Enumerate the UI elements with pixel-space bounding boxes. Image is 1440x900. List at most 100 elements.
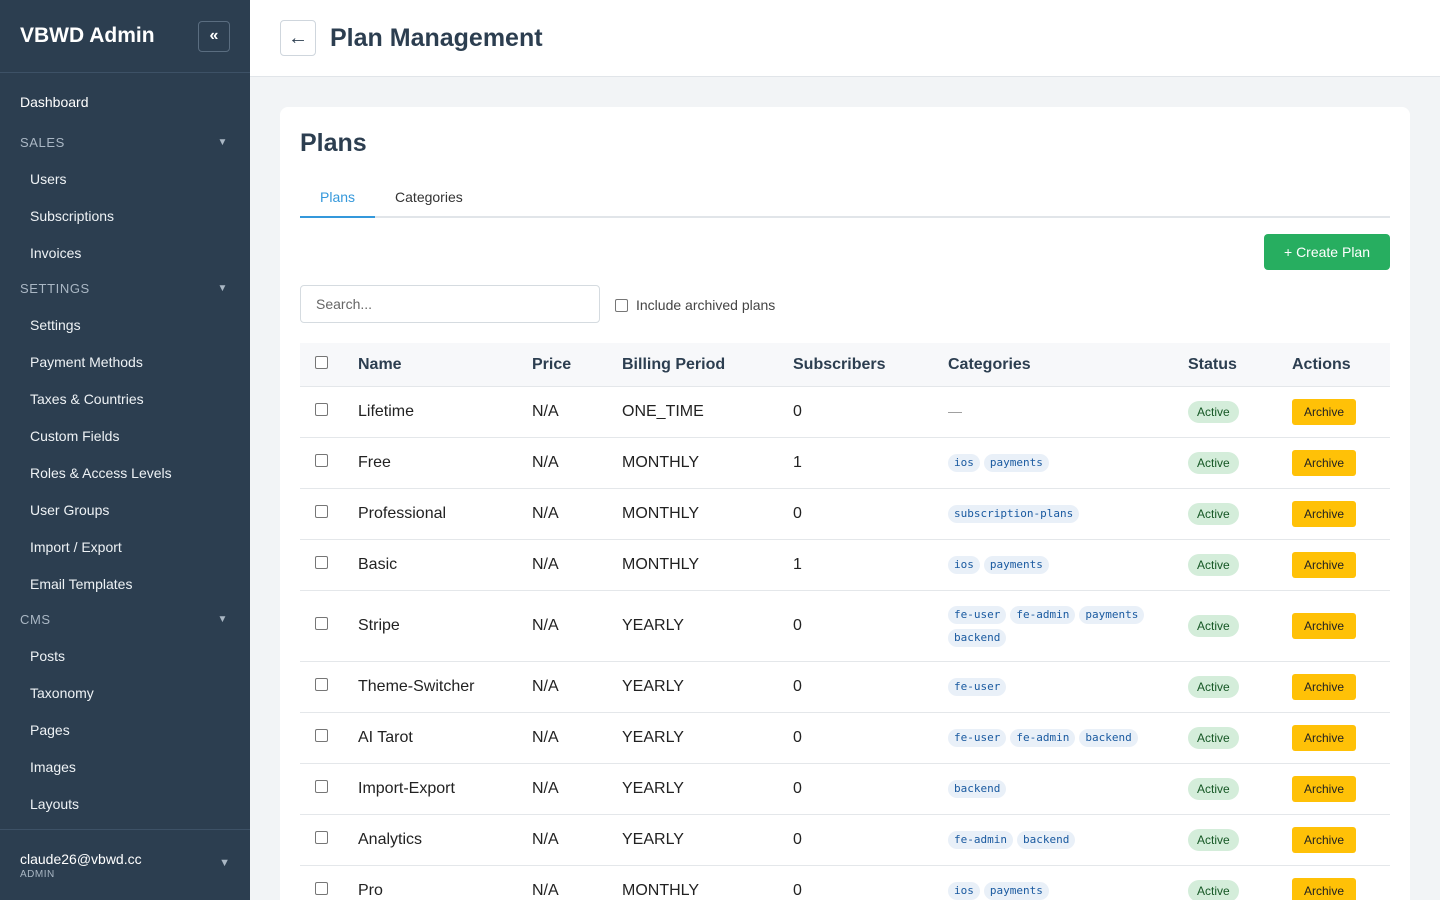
plan-price: N/A — [532, 831, 559, 848]
arrow-left-icon: ← — [288, 26, 308, 49]
sidebar-item-roles-access-levels[interactable]: Roles & Access Levels — [0, 454, 250, 491]
user-email: claude26@vbwd.cc — [20, 851, 142, 867]
column-header-name[interactable]: Name — [358, 356, 532, 374]
tab-categories[interactable]: Categories — [375, 184, 483, 218]
include-archived-label: Include archived plans — [636, 297, 776, 313]
sidebar-item-posts[interactable]: Posts — [0, 637, 250, 674]
plan-name[interactable]: AI Tarot — [358, 729, 532, 747]
row-checkbox[interactable] — [315, 780, 328, 793]
sidebar-item-images[interactable]: Images — [0, 748, 250, 785]
caret-down-icon: ▼ — [217, 282, 228, 294]
plan-subscribers: 1 — [793, 454, 802, 471]
row-select-cell — [300, 729, 358, 747]
category-tag: ios — [948, 454, 980, 472]
plan-status-cell: Active — [1188, 880, 1292, 900]
sidebar-section-title: SETTINGS — [20, 280, 90, 296]
sidebar-section-cms[interactable]: CMS ▼ — [0, 607, 250, 631]
plan-name[interactable]: Analytics — [358, 831, 532, 849]
plan-name[interactable]: Lifetime — [358, 403, 532, 421]
category-tag: backend — [1079, 729, 1138, 747]
row-checkbox[interactable] — [315, 729, 328, 742]
sidebar-item-subscriptions[interactable]: Subscriptions — [0, 197, 250, 234]
plan-categories: fe-user fe-admin backend — [948, 729, 1188, 747]
archive-button[interactable]: Archive — [1292, 827, 1357, 853]
sidebar-item-email-templates[interactable]: Email Templates — [0, 565, 250, 602]
row-select-cell — [300, 831, 358, 849]
back-button[interactable]: ← — [280, 20, 316, 56]
archive-button[interactable]: Archive — [1292, 725, 1357, 751]
tab-plans[interactable]: Plans — [300, 184, 376, 218]
plan-actions-cell: Archive — [1292, 613, 1390, 639]
plan-subscribers: 0 — [793, 882, 802, 899]
sidebar-item-pages[interactable]: Pages — [0, 711, 250, 748]
plan-name[interactable]: Basic — [358, 556, 532, 574]
sidebar-item-dashboard[interactable]: Dashboard — [0, 73, 250, 131]
plan-name[interactable]: Stripe — [358, 617, 532, 635]
archive-button[interactable]: Archive — [1292, 552, 1357, 578]
plan-categories: backend — [948, 780, 1188, 798]
plan-price: N/A — [532, 403, 559, 420]
category-tags: subscription-plans — [948, 505, 1168, 523]
row-select-cell — [300, 505, 358, 523]
user-menu[interactable]: claude26@vbwd.cc ADMIN ▼ — [0, 829, 250, 900]
row-checkbox[interactable] — [315, 617, 328, 630]
sidebar-item-custom-fields[interactable]: Custom Fields — [0, 417, 250, 454]
sidebar-item-layouts[interactable]: Layouts — [0, 785, 250, 822]
plan-name[interactable]: Professional — [358, 505, 532, 523]
status-badge: Active — [1188, 829, 1239, 851]
sidebar-item-users[interactable]: Users — [0, 160, 250, 197]
row-select-cell — [300, 780, 358, 798]
plan-subscribers: 0 — [793, 505, 802, 522]
plan-name[interactable]: Free — [358, 454, 532, 472]
row-checkbox[interactable] — [315, 831, 328, 844]
sidebar-item-taxonomy[interactable]: Taxonomy — [0, 674, 250, 711]
sidebar: VBWD Admin « Dashboard SALES ▼ Users Subscr… — [0, 0, 250, 900]
sidebar-item-invoices[interactable]: Invoices — [0, 234, 250, 271]
column-header-status[interactable]: Status — [1188, 356, 1292, 374]
plan-name[interactable]: Import-Export — [358, 780, 532, 798]
include-archived-toggle[interactable]: Include archived plans — [615, 297, 775, 313]
plan-categories: fe-user — [948, 678, 1188, 696]
archive-button[interactable]: Archive — [1292, 501, 1357, 527]
plan-actions-cell: Archive — [1292, 552, 1390, 578]
archive-button[interactable]: Archive — [1292, 450, 1357, 476]
sidebar-item-taxes-countries[interactable]: Taxes & Countries — [0, 380, 250, 417]
table-row: Basic N/A MONTHLY 1 ios payments Active Archive — [300, 540, 1390, 591]
row-checkbox[interactable] — [315, 556, 328, 569]
table-row: Analytics N/A YEARLY 0 fe-admin backend Active… — [300, 815, 1390, 866]
create-plan-button[interactable]: + Create Plan — [1264, 234, 1390, 270]
row-select-cell — [300, 454, 358, 472]
plan-subscribers: 0 — [793, 403, 802, 420]
collapse-sidebar-button[interactable]: « — [198, 20, 230, 52]
table-header: Name Price Billing Period Subscribers Ca… — [300, 343, 1390, 387]
row-select-cell — [300, 556, 358, 574]
column-header-billing-period[interactable]: Billing Period — [622, 356, 793, 374]
archive-button[interactable]: Archive — [1292, 674, 1357, 700]
row-checkbox[interactable] — [315, 403, 328, 416]
search-input[interactable] — [300, 285, 600, 323]
archive-button[interactable]: Archive — [1292, 776, 1357, 802]
column-header-subscribers[interactable]: Subscribers — [793, 356, 948, 374]
plan-price: N/A — [532, 678, 559, 695]
sidebar-item-import-export[interactable]: Import / Export — [0, 528, 250, 565]
include-archived-checkbox[interactable] — [615, 298, 628, 312]
plan-name[interactable]: Pro — [358, 882, 532, 900]
plan-price: N/A — [532, 729, 559, 746]
status-badge: Active — [1188, 727, 1239, 749]
plan-name[interactable]: Theme-Switcher — [358, 678, 532, 696]
row-checkbox[interactable] — [315, 678, 328, 691]
row-checkbox[interactable] — [315, 882, 328, 895]
row-checkbox[interactable] — [315, 454, 328, 467]
row-checkbox[interactable] — [315, 505, 328, 518]
sidebar-item-payment-methods[interactable]: Payment Methods — [0, 343, 250, 380]
plan-status-cell: Active — [1188, 676, 1292, 698]
archive-button[interactable]: Archive — [1292, 878, 1357, 900]
column-header-price[interactable]: Price — [532, 356, 622, 374]
sidebar-section-settings[interactable]: SETTINGS ▼ — [0, 276, 250, 300]
sidebar-item-user-groups[interactable]: User Groups — [0, 491, 250, 528]
sidebar-item-settings[interactable]: Settings — [0, 306, 250, 343]
archive-button[interactable]: Archive — [1292, 613, 1357, 639]
sidebar-section-sales[interactable]: SALES ▼ — [0, 130, 250, 154]
archive-button[interactable]: Archive — [1292, 399, 1357, 425]
select-all-checkbox[interactable] — [315, 355, 328, 369]
